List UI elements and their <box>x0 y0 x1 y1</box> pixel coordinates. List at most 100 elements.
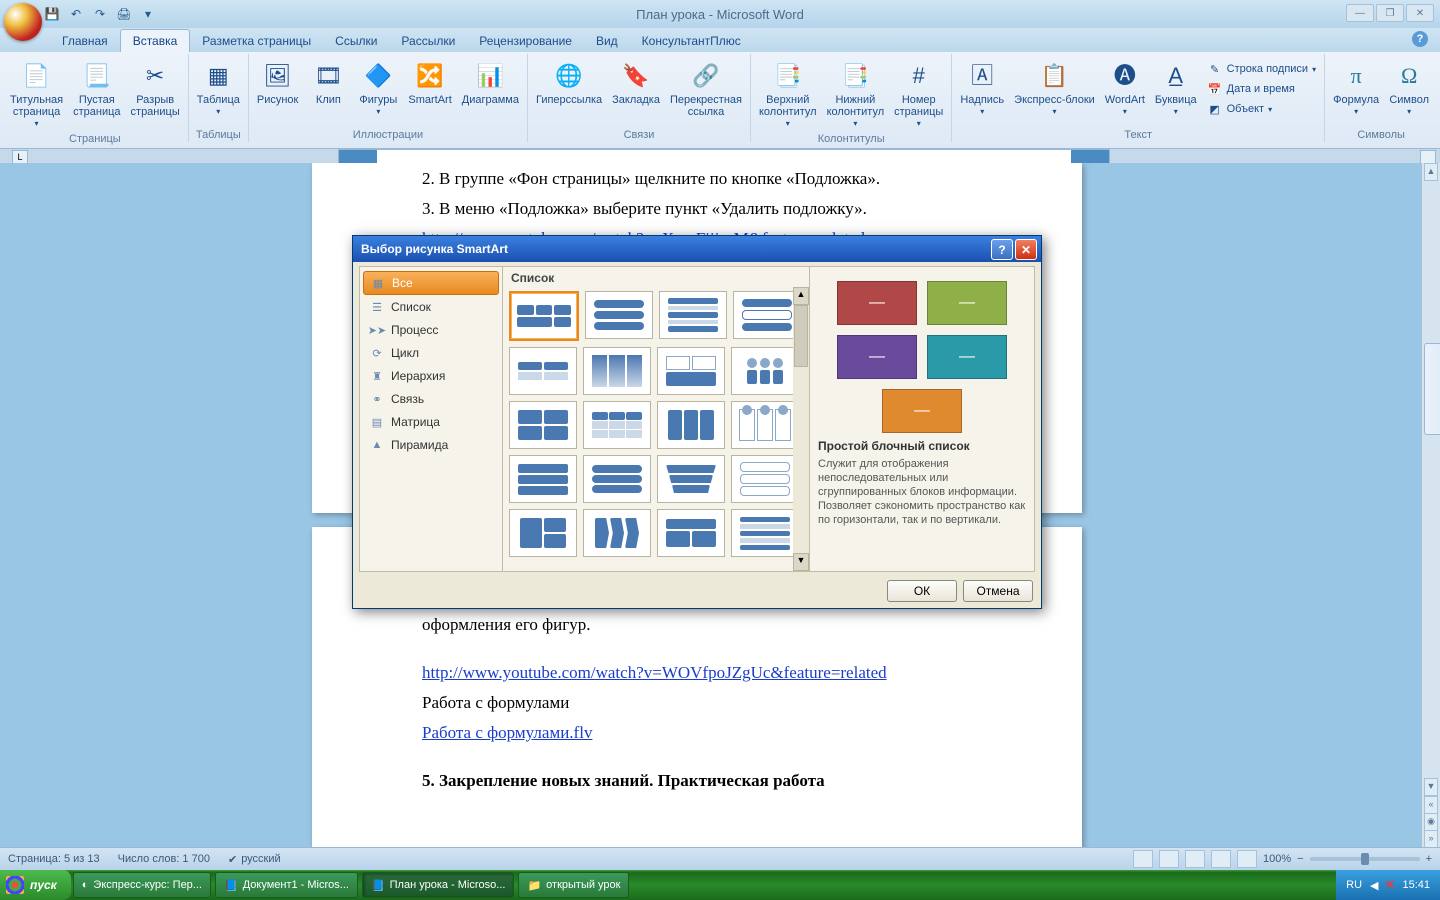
gallery-scroll-thumb[interactable] <box>794 305 808 367</box>
tab-review[interactable]: Рецензирование <box>467 30 584 52</box>
layout-thumb[interactable] <box>509 509 577 557</box>
taskbar-item[interactable]: ◐Экспресс-курс: Пер... <box>73 872 211 898</box>
gallery-scrollbar[interactable]: ▲ ▼ <box>793 287 809 571</box>
layout-thumb[interactable] <box>509 455 577 503</box>
tab-references[interactable]: Ссылки <box>323 30 389 52</box>
layout-thumb[interactable] <box>659 291 727 339</box>
dialog-help-button[interactable]: ? <box>991 239 1013 260</box>
shapes-button[interactable]: 🔷Фигуры▾ <box>354 58 402 120</box>
status-words[interactable]: Число слов: 1 700 <box>118 853 210 865</box>
pagenumber-button[interactable]: #Номер страницы▾ <box>890 58 947 132</box>
doc-link[interactable]: Работа с формулами.flv <box>422 723 1042 743</box>
close-window-button[interactable]: ✕ <box>1406 4 1434 22</box>
page-break-button[interactable]: ✂Разрыв страницы <box>127 58 184 120</box>
qat-customize-icon[interactable]: ▾ <box>138 4 158 24</box>
doc-link[interactable]: http://www.youtube.com/watch?v=WOVfpoJZg… <box>422 663 1042 683</box>
start-button[interactable]: пуск <box>0 870 71 900</box>
cat-cycle[interactable]: ⟳Цикл <box>363 342 499 364</box>
status-page[interactable]: Страница: 5 из 13 <box>8 853 100 865</box>
help-icon[interactable]: ? <box>1412 31 1428 47</box>
scroll-up-icon[interactable]: ▲ <box>1424 163 1438 181</box>
zoom-in-icon[interactable]: + <box>1426 853 1432 865</box>
equation-button[interactable]: πФормула▾ <box>1329 58 1383 120</box>
crossref-button[interactable]: 🔗Перекрестная ссылка <box>666 58 746 120</box>
scroll-down-icon[interactable]: ▼ <box>1424 778 1438 796</box>
qat-undo-icon[interactable]: ↶ <box>66 4 86 24</box>
layout-thumb[interactable] <box>583 455 651 503</box>
cat-hierarchy[interactable]: ♜Иерархия <box>363 365 499 387</box>
cat-relationship[interactable]: ⚭Связь <box>363 388 499 410</box>
cat-matrix[interactable]: ▤Матрица <box>363 411 499 433</box>
view-draft-icon[interactable] <box>1237 850 1257 868</box>
view-outline-icon[interactable] <box>1211 850 1231 868</box>
qat-redo-icon[interactable]: ↷ <box>90 4 110 24</box>
dialog-close-button[interactable]: ✕ <box>1015 239 1037 260</box>
layout-thumb[interactable] <box>731 509 799 557</box>
layout-thumb[interactable] <box>657 455 725 503</box>
tray-lang[interactable]: RU <box>1346 879 1362 891</box>
layout-thumb[interactable] <box>583 401 651 449</box>
picture-button[interactable]: 🖼Рисунок <box>253 58 303 108</box>
zoom-slider[interactable] <box>1310 857 1420 861</box>
layout-thumb[interactable] <box>585 291 653 339</box>
cat-all[interactable]: ▦Все <box>363 271 499 295</box>
view-web-icon[interactable] <box>1185 850 1205 868</box>
textbox-button[interactable]: 🄰Надпись▾ <box>956 58 1008 120</box>
datetime-button[interactable]: 📅Дата и время <box>1203 80 1320 98</box>
cancel-button[interactable]: Отмена <box>963 580 1033 602</box>
footer-button[interactable]: 📑Нижний колонтитул▾ <box>823 58 889 132</box>
layout-thumb[interactable] <box>583 509 651 557</box>
layout-thumb[interactable] <box>509 291 579 341</box>
taskbar-item[interactable]: 📁открытый урок <box>518 872 629 898</box>
layout-thumb[interactable] <box>657 509 725 557</box>
chart-button[interactable]: 📊Диаграмма <box>458 58 523 108</box>
smartart-button[interactable]: 🔀SmartArt <box>404 58 455 108</box>
tab-view[interactable]: Вид <box>584 30 630 52</box>
taskbar-item[interactable]: 📘План урока - Microso... <box>362 872 515 898</box>
table-button[interactable]: ▦Таблица▾ <box>193 58 244 120</box>
tab-consultant[interactable]: КонсультантПлюс <box>630 30 753 52</box>
zoom-out-icon[interactable]: − <box>1297 853 1303 865</box>
layout-thumb[interactable] <box>657 347 725 395</box>
browse-object-icon[interactable]: ◉ <box>1424 813 1438 831</box>
scroll-thumb[interactable] <box>1424 343 1440 435</box>
tab-pagelayout[interactable]: Разметка страницы <box>190 30 323 52</box>
cat-list[interactable]: ☰Список <box>363 296 499 318</box>
sigline-button[interactable]: ✎Строка подписи ▾ <box>1203 60 1320 78</box>
bookmark-button[interactable]: 🔖Закладка <box>608 58 664 108</box>
object-button[interactable]: ◩Объект ▾ <box>1203 100 1320 118</box>
layout-thumb[interactable] <box>731 455 799 503</box>
view-print-layout-icon[interactable] <box>1133 850 1153 868</box>
status-lang[interactable]: ✔русский <box>228 853 281 866</box>
hyperlink-button[interactable]: 🌐Гиперссылка <box>532 58 606 108</box>
clip-button[interactable]: 🎞Клип <box>304 58 352 108</box>
layout-thumb[interactable] <box>583 347 651 395</box>
gallery-scroll-up-icon[interactable]: ▲ <box>793 287 809 305</box>
layout-thumb[interactable] <box>731 401 799 449</box>
layout-thumb[interactable] <box>509 401 577 449</box>
taskbar-item[interactable]: 📘Документ1 - Micros... <box>215 872 358 898</box>
symbol-button[interactable]: ΩСимвол▾ <box>1385 58 1433 120</box>
minimize-button[interactable]: — <box>1346 4 1374 22</box>
view-fullscreen-icon[interactable] <box>1159 850 1179 868</box>
prev-page-icon[interactable]: « <box>1424 796 1438 814</box>
ok-button[interactable]: ОК <box>887 580 957 602</box>
zoom-value[interactable]: 100% <box>1263 853 1291 865</box>
wordart-button[interactable]: 🅐WordArt▾ <box>1101 58 1149 120</box>
tray-icon[interactable]: ◀ <box>1370 879 1378 892</box>
tab-mailings[interactable]: Рассылки <box>389 30 467 52</box>
layout-thumb[interactable] <box>657 401 725 449</box>
office-button[interactable] <box>4 3 42 41</box>
tab-home[interactable]: Главная <box>50 30 120 52</box>
blank-page-button[interactable]: 📃Пустая страница <box>69 58 124 120</box>
gallery-scroll-down-icon[interactable]: ▼ <box>793 553 809 571</box>
header-button[interactable]: 📑Верхний колонтитул▾ <box>755 58 821 132</box>
next-page-icon[interactable]: » <box>1424 830 1438 848</box>
qat-print-icon[interactable]: 🖨 <box>114 4 134 24</box>
tab-insert[interactable]: Вставка <box>120 29 191 52</box>
tray-clock[interactable]: 15:41 <box>1402 879 1430 891</box>
cover-page-button[interactable]: 📄Титульная страница▾ <box>6 58 67 132</box>
layout-thumb[interactable] <box>733 291 801 339</box>
restore-button[interactable]: ❐ <box>1376 4 1404 22</box>
tray-icon[interactable]: K <box>1387 879 1395 891</box>
